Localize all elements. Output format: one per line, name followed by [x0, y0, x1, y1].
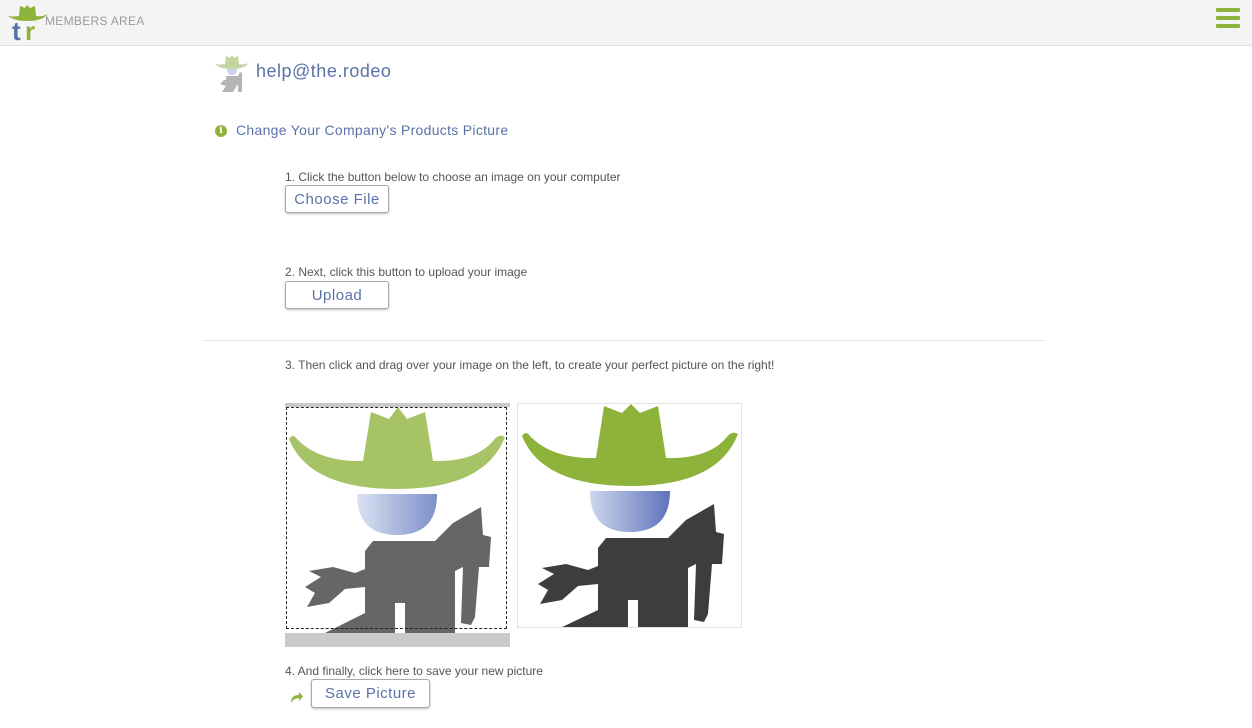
save-picture-button[interactable]: Save Picture	[311, 679, 430, 708]
step1-label: 1. Click the button below to choose an i…	[285, 170, 621, 184]
step3-label: 3. Then click and drag over your image o…	[285, 358, 775, 372]
brand-text: MEMBERS AREA	[45, 14, 145, 28]
user-avatar-icon	[215, 55, 249, 92]
redo-arrow-icon	[291, 692, 303, 703]
crop-preview-image	[517, 403, 742, 628]
step2-label: 2. Next, click this button to upload you…	[285, 265, 528, 279]
info-icon: i	[215, 125, 227, 137]
svg-text:t: t	[12, 16, 21, 44]
rodeo-logo-icon[interactable]: t r	[6, 2, 50, 44]
choose-file-button[interactable]: Choose File	[285, 185, 389, 213]
cowboy-preview-image	[522, 404, 738, 627]
svg-text:r: r	[25, 16, 35, 44]
section-title: Change Your Company's Products Picture	[236, 122, 509, 138]
upload-button[interactable]: Upload	[285, 281, 389, 309]
hamburger-icon[interactable]	[1216, 8, 1240, 30]
user-email: help@the.rodeo	[256, 61, 392, 81]
crop-selection-area[interactable]	[286, 407, 507, 629]
top-bar: t r MEMBERS AREA	[0, 0, 1252, 46]
divider	[204, 340, 1044, 341]
step4-label: 4. And finally, click here to save your …	[285, 664, 543, 678]
